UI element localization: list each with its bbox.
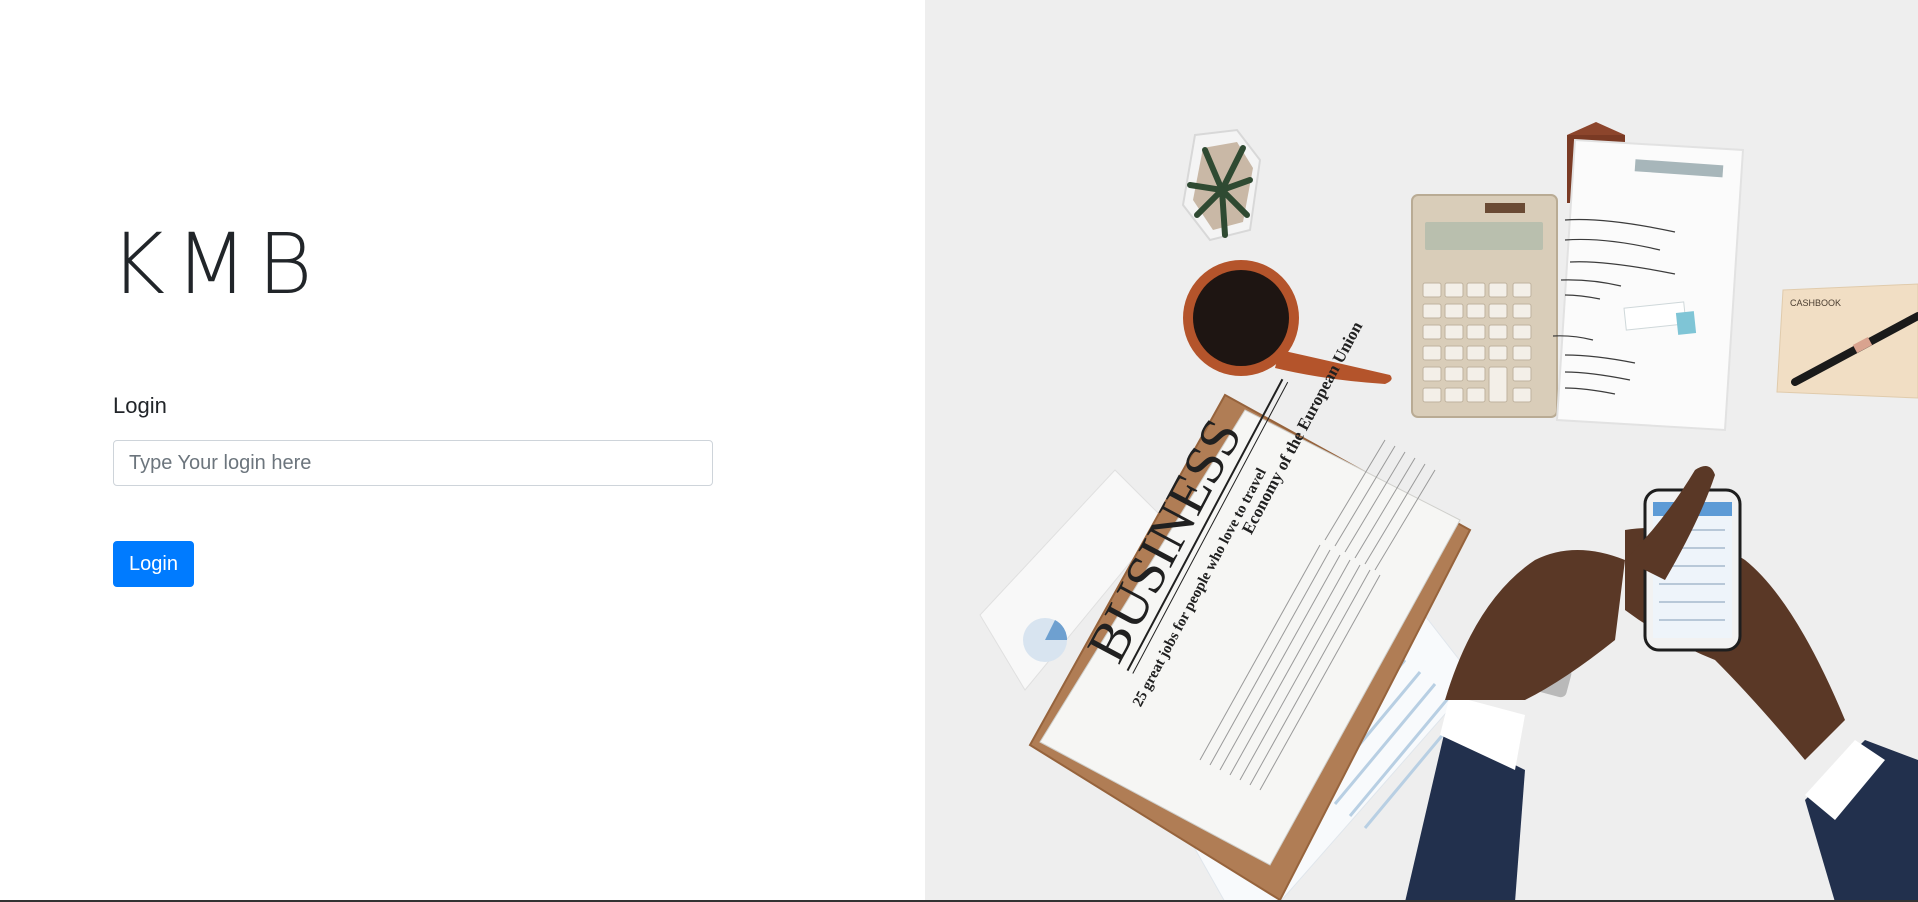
calculator-icon: [1411, 194, 1558, 418]
login-field-label: Login: [113, 393, 167, 418]
brand-logo: KMB: [110, 215, 323, 313]
hero-image: CASHBOOK BUSINESS Economy of the Europea…: [925, 0, 1918, 902]
envelope-label: CASHBOOK: [1790, 298, 1841, 308]
login-input[interactable]: [113, 440, 713, 486]
login-page: KMB Login Login: [0, 0, 1918, 902]
login-button[interactable]: Login: [113, 541, 194, 587]
login-panel: KMB Login Login: [0, 0, 925, 902]
notepad-icon: [1552, 138, 1745, 432]
